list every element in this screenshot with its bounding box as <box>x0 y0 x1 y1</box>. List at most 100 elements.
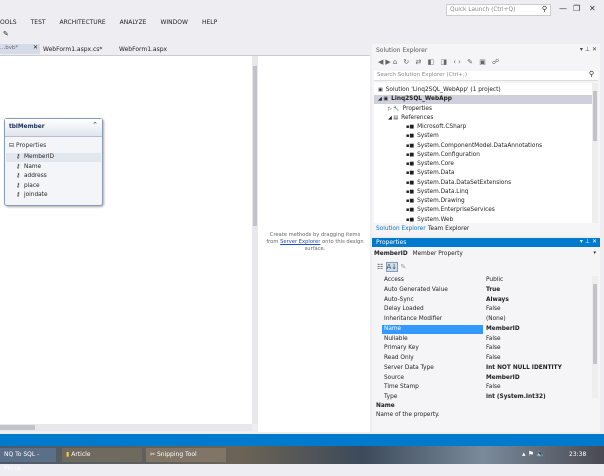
property-row[interactable]: Primary Key False <box>382 344 592 354</box>
entity-tblmember[interactable]: tblMember ⌃ ⊟ Properties ⚷ MemberID ⚷ Name ⚷… <box>4 118 103 206</box>
property-value[interactable]: MemberID <box>486 374 520 384</box>
node-label: System.Data <box>417 170 455 177</box>
object-selector[interactable]: MemberID Member Property ▾ <box>374 250 598 260</box>
menu-test[interactable]: TEST <box>31 19 46 26</box>
property-row[interactable]: Type int (System.Int32) <box>382 393 592 403</box>
node-icon: ▪■ <box>406 188 415 195</box>
reference-item[interactable]: ▪■ System.Data.Linq <box>374 188 592 197</box>
collapse-icon[interactable]: ⌃ <box>92 121 98 129</box>
toolbar-icon[interactable]: ✎ <box>3 30 9 38</box>
property-row[interactable]: Access Public <box>382 276 592 286</box>
quick-launch[interactable]: Quick Launch (Ctrl+Q) ⚲ <box>446 4 551 16</box>
references-node[interactable]: ◢ ▤ References <box>374 114 592 123</box>
categorized-icon[interactable]: ☷ <box>377 263 383 271</box>
property-key: Access <box>384 277 404 283</box>
node-label: System.Configuration <box>417 151 480 158</box>
minimize-button[interactable]: — <box>559 4 567 13</box>
property-row[interactable]: Read Only False <box>382 354 592 364</box>
se-scrollbar[interactable] <box>592 83 598 223</box>
entity-property[interactable]: ⚷ Name <box>6 163 101 172</box>
reference-item[interactable]: ▪■ System.ComponentModel.DataAnnotations <box>374 142 592 151</box>
tab-active[interactable]: ...bvb* ✕ <box>0 44 40 54</box>
reference-item[interactable]: ▪■ Microsoft.CSharp <box>374 123 592 132</box>
property-value[interactable]: False <box>486 354 501 364</box>
tab-team-explorer[interactable]: Team Explorer <box>428 226 469 232</box>
reference-item[interactable]: ▪■ System.Core <box>374 160 592 169</box>
taskbar-item-article[interactable]: ▮ Article <box>62 448 142 462</box>
property-row[interactable]: Inheritance Modifier (None) <box>382 315 592 325</box>
reference-item[interactable]: ▪■ System.Drawing <box>374 197 592 206</box>
solution-tree: ▣ Solution 'Linq2SQL_WebApp' (1 project) ◢… <box>374 83 592 223</box>
se-search[interactable]: Search Solution Explorer (Ctrl+;) ⚲ <box>374 70 598 81</box>
node-label: System.Core <box>417 161 455 167</box>
properties-toolbar: ☷ A↓ ✎ <box>377 262 406 272</box>
tab-label: ...bvb* <box>0 45 19 51</box>
methods-pane[interactable]: Create methods by dragging items from Se… <box>258 56 370 432</box>
property-value[interactable]: True <box>486 286 500 296</box>
design-surface[interactable]: tblMember ⌃ ⊟ Properties ⚷ MemberID ⚷ Name ⚷… <box>0 56 252 424</box>
panel-controls[interactable]: ▾ ⊥ ✕ <box>580 46 597 53</box>
property-value[interactable]: Always <box>486 296 509 306</box>
reference-item[interactable]: ▪■ System.EnterpriseServices <box>374 206 592 215</box>
property-row[interactable]: Auto Generated Value True <box>382 286 592 296</box>
properties-node[interactable]: ▷ 🔧 Properties <box>374 105 592 114</box>
reference-item[interactable]: ▪■ System.Data.DataSetExtensions <box>374 179 592 188</box>
entity-property[interactable]: ⚷ MemberID <box>6 153 101 162</box>
close-button[interactable]: ✕ <box>589 4 596 13</box>
node-icon: ▪■ <box>406 161 415 167</box>
menu-analyze[interactable]: ANALYZE <box>120 19 147 26</box>
taskbar-item-snipping[interactable]: ✂ Snipping Tool <box>146 448 226 462</box>
close-icon[interactable]: ✕ <box>33 44 38 51</box>
server-explorer-link[interactable]: Server Explorer <box>280 239 320 245</box>
tab-webform-aspx[interactable]: WebForm1.aspx <box>119 46 167 53</box>
entity-property[interactable]: ⚷ place <box>6 182 101 191</box>
property-row[interactable]: Server Data Type Int NOT NULL IDENTITY <box>382 364 592 374</box>
chevron-down-icon: ▾ <box>593 250 596 256</box>
menu-tools[interactable]: OOLS <box>0 19 17 26</box>
entity-property[interactable]: ⚷ joindate <box>6 191 101 200</box>
property-value[interactable]: False <box>486 383 501 393</box>
property-row[interactable]: Source MemberID <box>382 374 592 384</box>
horizontal-scrollbar[interactable] <box>0 424 252 431</box>
node-label: System.EnterpriseServices <box>417 207 495 214</box>
tab-solution-explorer[interactable]: Solution Explorer <box>376 226 426 232</box>
taskbar-item-vs[interactable]: NQ To SQL - Micro... <box>0 448 56 472</box>
menu-architecture[interactable]: ARCHITECTURE <box>60 19 106 26</box>
property-row[interactable]: Auto-Sync Always <box>382 296 592 306</box>
reference-item[interactable]: ▪■ System <box>374 132 592 141</box>
alphabetical-icon[interactable]: A↓ <box>385 262 399 272</box>
tab-webform-cs[interactable]: WebForm1.aspx.cs* <box>43 46 102 53</box>
property-value[interactable]: (None) <box>486 315 506 325</box>
property-pages-icon[interactable]: ✎ <box>400 263 406 271</box>
panel-controls[interactable]: ▾ ⊥ ✕ <box>580 238 597 245</box>
restore-button[interactable]: ❐ <box>573 4 580 13</box>
property-row[interactable]: Time Stamp False <box>382 383 592 393</box>
se-toolbar: ◀▶⌂ ↻ ⇄ ◧ ◨ ‹› ✎ ▣ ☍ <box>378 58 502 66</box>
property-row[interactable]: Name MemberID <box>382 324 592 335</box>
node-icon: ◢ ▤ <box>388 114 399 121</box>
property-key: Read Only <box>384 355 414 361</box>
reference-item[interactable]: ▪■ System.Data <box>374 169 592 178</box>
property-value[interactable]: Public <box>486 276 503 286</box>
reference-item[interactable]: ▪■ System.Web <box>374 216 592 224</box>
property-value[interactable]: False <box>486 335 501 345</box>
property-row[interactable]: Delay Loaded False <box>382 305 592 315</box>
property-value[interactable]: int (System.Int32) <box>486 393 546 403</box>
tray-icons[interactable]: ▴ ⚑ 🔈 <box>522 450 545 458</box>
entity-property[interactable]: ⚷ address <box>6 172 101 181</box>
menu-window[interactable]: WINDOW <box>160 19 187 26</box>
property-value[interactable]: MemberID <box>486 325 520 335</box>
property-value[interactable]: Int NOT NULL IDENTITY <box>486 364 562 374</box>
property-value[interactable]: False <box>486 344 501 354</box>
reference-item[interactable]: ▪■ System.Configuration <box>374 151 592 160</box>
object-type: Member Property <box>412 251 463 257</box>
node-label: Microsoft.CSharp <box>417 124 467 130</box>
property-value[interactable]: False <box>486 305 501 315</box>
solution-node[interactable]: ▣ Solution 'Linq2SQL_WebApp' (1 project) <box>374 86 592 95</box>
menu-help[interactable]: HELP <box>202 19 217 26</box>
project-node[interactable]: ◢ ▣ Linq2SQL_WebApp <box>374 95 592 105</box>
search-icon: ⚲ <box>541 5 547 13</box>
property-row[interactable]: Nullable False <box>382 335 592 345</box>
props-scrollbar[interactable] <box>592 276 598 398</box>
property-name: MemberID <box>24 154 55 160</box>
